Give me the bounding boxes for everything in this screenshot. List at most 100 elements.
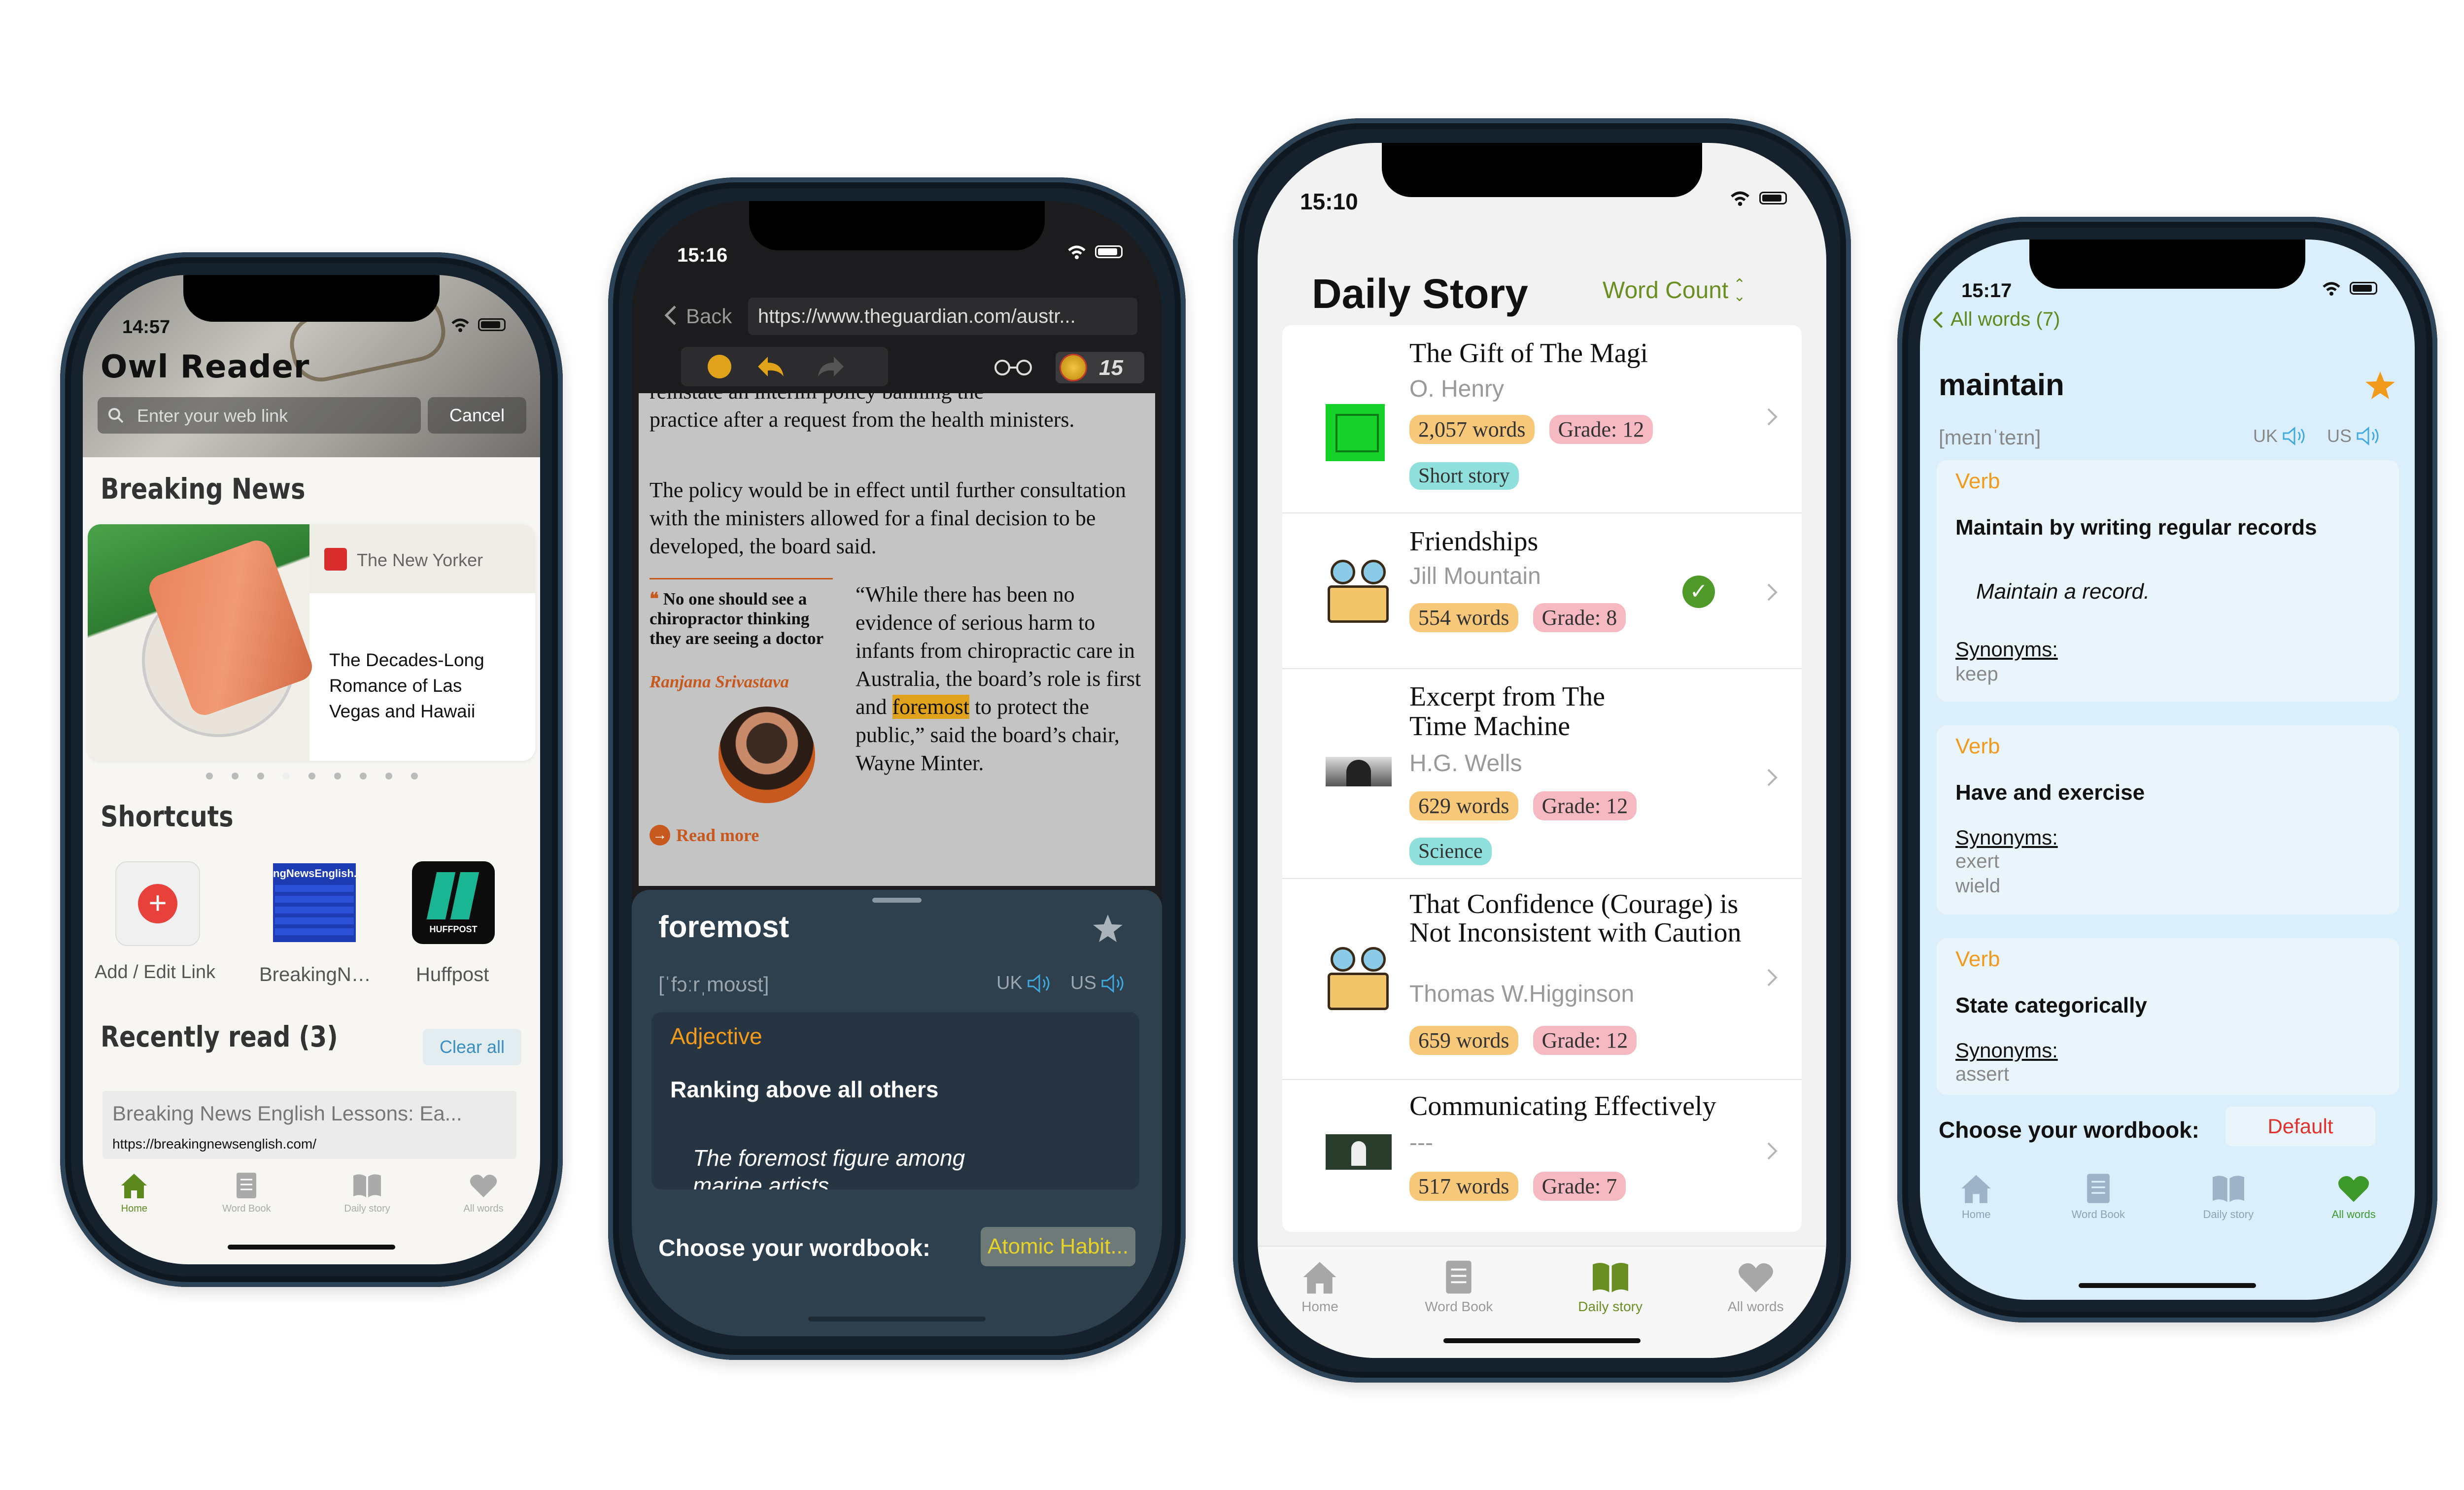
- search-input[interactable]: Enter your web link: [137, 406, 288, 426]
- highlighted-word[interactable]: foremost: [892, 695, 969, 719]
- tab-label-daily-story: Daily story: [2203, 1208, 2254, 1220]
- badge[interactable]: 15: [1056, 352, 1144, 383]
- battery-icon: [1095, 245, 1123, 258]
- tab-all-words[interactable]: All words: [1728, 1259, 1784, 1315]
- sense-card: Verb State categorically Synonyms: asser…: [1937, 938, 2399, 1095]
- home-indicator: [1443, 1338, 1641, 1343]
- story-row[interactable]: Communicating Effectively --- 517 words …: [1282, 1080, 1802, 1232]
- back-chevron-icon[interactable]: [664, 305, 677, 326]
- sheet-grabber[interactable]: [872, 898, 922, 903]
- arrow-right-icon: →: [650, 825, 670, 846]
- sense-pos: Verb: [1955, 947, 2000, 971]
- refresh-icon[interactable]: [708, 355, 731, 378]
- grade-badge: Grade: 8: [1533, 603, 1626, 632]
- new-yorker-icon: [324, 548, 347, 571]
- tab-daily-story[interactable]: Daily story: [1578, 1259, 1643, 1315]
- tab-daily-story[interactable]: Daily story: [344, 1172, 390, 1215]
- cancel-button[interactable]: Cancel: [428, 397, 526, 434]
- page-dots[interactable]: [206, 773, 418, 779]
- home-icon: [1961, 1175, 1991, 1203]
- story-row[interactable]: Friendships Jill Mountain 554 words Grad…: [1282, 513, 1802, 669]
- star-icon[interactable]: [1092, 914, 1124, 943]
- clear-all-button[interactable]: Clear all: [423, 1029, 521, 1065]
- sense-definition: Ranking above all others: [670, 1077, 939, 1102]
- story-row[interactable]: Excerpt from The Time Machine H.G. Wells…: [1282, 669, 1802, 879]
- back-label: All words (7): [1951, 308, 2060, 330]
- reader-screen: 15:16 Back https://www.theguardian.com/a…: [632, 201, 1162, 1336]
- wordbook-select[interactable]: Default: [2225, 1107, 2375, 1146]
- story-tags: Science: [1409, 838, 1492, 865]
- tab-daily-story[interactable]: Daily story: [2203, 1173, 2254, 1221]
- shortcut-breakingnews[interactable]: ngNewsEnglish.c: [273, 863, 356, 942]
- undo-icon[interactable]: [755, 354, 787, 379]
- wifi-icon: [1731, 191, 1749, 206]
- uk-audio[interactable]: UK: [996, 973, 1054, 994]
- back-button[interactable]: Back: [686, 305, 732, 328]
- shortcut-add[interactable]: +: [115, 861, 200, 946]
- back-button[interactable]: All words (7): [1933, 308, 2060, 331]
- recent-item-title: Breaking News English Lessons: Ea...: [112, 1102, 462, 1125]
- us-audio[interactable]: US: [2327, 426, 2383, 446]
- tab-word-book[interactable]: Word Book: [2072, 1173, 2125, 1221]
- page-title: Daily Story: [1312, 271, 1528, 317]
- sense-definition: State categorically: [1955, 993, 2147, 1017]
- story-thumb: [1326, 750, 1392, 793]
- tab-label-word-book: Word Book: [1425, 1299, 1493, 1314]
- sort-button[interactable]: Word Count ⌃ ⌄: [1603, 277, 1745, 304]
- read-more-link[interactable]: → Read more: [650, 825, 759, 846]
- shortcut-label-huffpost: Huffpost: [416, 964, 489, 985]
- tab-word-book[interactable]: Word Book: [1425, 1259, 1493, 1315]
- url-field[interactable]: https://www.theguardian.com/austr...: [748, 298, 1137, 335]
- synonym-item[interactable]: wield: [1955, 875, 2000, 897]
- pullquote-box: ❝ No one should see a chiropractor think…: [650, 578, 833, 855]
- star-icon[interactable]: [2364, 371, 2396, 400]
- tab-all-words[interactable]: All words: [463, 1172, 504, 1215]
- redo-icon[interactable]: [815, 354, 847, 379]
- tab-home[interactable]: Home: [1959, 1173, 1993, 1221]
- dict-phonetic: [ˈfɔːrˌmoʊst]: [658, 973, 769, 996]
- tab-home[interactable]: Home: [1300, 1259, 1339, 1315]
- story-badges: 517 words Grade: 7: [1409, 1172, 1626, 1201]
- article-view[interactable]: reinstate an interim policy banning the …: [639, 393, 1155, 886]
- news-card[interactable]: The New Yorker The Decades-Long Romance …: [88, 524, 535, 761]
- status-icons: [1066, 244, 1123, 259]
- synonym-item[interactable]: exert: [1955, 850, 1999, 873]
- story-title: Friendships: [1409, 526, 1539, 557]
- sense-example: Maintain a record.: [1976, 579, 2150, 604]
- search-bar[interactable]: Enter your web link: [98, 397, 421, 434]
- story-thumb: [1326, 1134, 1392, 1170]
- tab-label-word-book: Word Book: [2071, 1208, 2125, 1220]
- pullquote-text: ❝ No one should see a chiropractor think…: [650, 589, 827, 648]
- tab-word-book[interactable]: Word Book: [222, 1172, 271, 1215]
- story-author: Jill Mountain: [1409, 563, 1541, 589]
- breaking-news-heading: Breaking News: [101, 472, 306, 506]
- story-title: Communicating Effectively: [1409, 1091, 1716, 1121]
- back-chevron-icon: [1933, 311, 1943, 328]
- synonym-item[interactable]: keep: [1955, 663, 1998, 685]
- pullquote-author: Ranjana Srivastava: [650, 672, 789, 691]
- wifi-icon: [2323, 282, 2340, 296]
- recent-item[interactable]: Breaking News English Lessons: Ea... htt…: [103, 1091, 516, 1159]
- synonym-item[interactable]: assert: [1955, 1063, 2009, 1085]
- speaker-icon: [2283, 426, 2305, 446]
- shortcut-breakingnews-thumb: ngNewsEnglish.c: [273, 867, 356, 880]
- home-icon: [121, 1174, 147, 1198]
- synonyms-label: Synonyms:: [1955, 1039, 2058, 1062]
- grade-badge: Grade: 12: [1549, 415, 1653, 444]
- glasses-icon[interactable]: [993, 358, 1033, 377]
- uk-audio[interactable]: UK: [2253, 426, 2309, 446]
- wordbook-select[interactable]: Atomic Habit...: [981, 1227, 1136, 1266]
- chevron-right-icon: [1767, 769, 1778, 786]
- news-source-bar: The New Yorker: [309, 524, 535, 593]
- story-row[interactable]: The Gift of The Magi O. Henry 2,057 word…: [1282, 325, 1802, 513]
- us-audio[interactable]: US: [1070, 973, 1128, 994]
- dict-word: foremost: [658, 910, 789, 944]
- wifi-icon: [451, 318, 469, 332]
- wordbook-label: Choose your wordbook:: [658, 1235, 930, 1261]
- tab-all-words[interactable]: All words: [2332, 1173, 2376, 1221]
- story-row[interactable]: That Confidence (Courage) is Not Inconsi…: [1282, 879, 1802, 1080]
- word-count-badge: 2,057 words: [1409, 415, 1535, 444]
- tab-home[interactable]: Home: [119, 1172, 149, 1215]
- shortcut-huffpost[interactable]: HUFFPOST: [412, 861, 495, 944]
- reading-owl-icon: [1324, 943, 1393, 1012]
